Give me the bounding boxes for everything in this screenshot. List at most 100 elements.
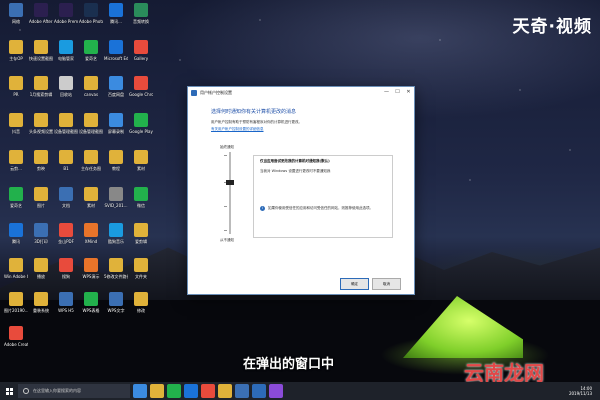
desktop-icon[interactable]: XMind bbox=[79, 223, 103, 257]
desktop-icon-label: B1 bbox=[63, 166, 69, 171]
app-icon bbox=[9, 326, 23, 340]
app-icon bbox=[59, 292, 73, 306]
desktop-icon-label: 设备管理截图 bbox=[54, 129, 78, 134]
app-icon bbox=[84, 76, 98, 90]
desktop-icon[interactable]: 图片 bbox=[29, 187, 53, 221]
taskbar-app-icon[interactable] bbox=[167, 384, 181, 398]
desktop-icon[interactable]: 重装系统 bbox=[29, 292, 53, 326]
desktop-icon[interactable]: 设备管理截图 bbox=[79, 113, 103, 147]
desktop-icon[interactable]: 头条视频设置截图 bbox=[29, 113, 53, 147]
desktop-icon[interactable]: 音频转换 bbox=[129, 3, 153, 37]
desktop-icon-label: 素材 bbox=[137, 166, 145, 171]
desktop-icon[interactable]: 云剪... bbox=[4, 150, 28, 184]
subtitle: 在弹出的窗口中 bbox=[243, 357, 335, 372]
taskbar-app-icon[interactable] bbox=[150, 384, 164, 398]
desktop-icon-label: 快速设置截图 bbox=[29, 56, 53, 61]
desktop-icon[interactable]: 图片20190... bbox=[4, 292, 28, 326]
taskbar-app-icon[interactable] bbox=[235, 384, 249, 398]
level-heading: 仅当应用尝试更改我的计算机时通知我(默认) bbox=[260, 159, 330, 163]
desktop-icon[interactable]: Win Adobe CC 2018 bbox=[4, 258, 28, 292]
desktop-icon[interactable]: 播放 bbox=[29, 258, 53, 292]
desktop-icon[interactable]: 爱剪辑 bbox=[129, 223, 153, 257]
desktop-icon[interactable]: 素材 bbox=[129, 150, 153, 184]
desktop-icon-label: 微信 bbox=[137, 203, 145, 208]
help-link[interactable]: 有关用户帐户控制设置的详细信息 bbox=[211, 127, 264, 132]
desktop-icon[interactable]: 搜狗 bbox=[54, 258, 78, 292]
taskbar-app-icon[interactable] bbox=[184, 384, 198, 398]
desktop-icon[interactable]: 设备管理截图 bbox=[54, 113, 78, 147]
app-icon bbox=[109, 76, 123, 90]
desktop-icon[interactable]: 腾讯... bbox=[104, 3, 128, 37]
app-icon bbox=[109, 223, 123, 237]
close-button[interactable]: ✕ bbox=[403, 87, 414, 98]
desktop-icon[interactable]: 抖音 bbox=[4, 113, 28, 147]
desktop-icon[interactable]: Adobe After Effects CC bbox=[29, 3, 53, 37]
app-icon bbox=[134, 76, 148, 90]
desktop-icon[interactable]: 教程 bbox=[104, 150, 128, 184]
app-icon bbox=[134, 292, 148, 306]
app-icon bbox=[59, 40, 73, 54]
desktop-icon[interactable]: Microsoft Edge bbox=[104, 40, 128, 74]
desktop-icon[interactable]: canvas bbox=[79, 76, 103, 110]
desktop-icon[interactable]: WPS表格 bbox=[79, 292, 103, 326]
desktop-icon[interactable]: 素材 bbox=[79, 187, 103, 221]
app-icon bbox=[59, 3, 73, 17]
desktop-icon[interactable]: 腾讯 bbox=[4, 223, 28, 257]
desktop-icon[interactable]: 屏幕录制 bbox=[104, 113, 128, 147]
desktop-icon-label: WPS演示 bbox=[82, 274, 100, 279]
desktop-icon[interactable]: Adobe Premiere P... bbox=[54, 3, 78, 37]
app-icon bbox=[59, 76, 73, 90]
start-button[interactable] bbox=[0, 382, 18, 400]
search-icon bbox=[23, 388, 29, 394]
search-box[interactable]: 在这里输入你要搜索的内容 bbox=[18, 384, 130, 398]
taskbar-app-icon[interactable] bbox=[252, 384, 266, 398]
desktop-icon[interactable]: 3D打印 bbox=[29, 223, 53, 257]
cancel-button[interactable]: 取消 bbox=[372, 278, 401, 290]
app-icon bbox=[9, 40, 23, 54]
desktop-icon[interactable]: WPS演示 bbox=[79, 258, 103, 292]
desktop-icon[interactable]: Adobe Photoshop... bbox=[79, 3, 103, 37]
desktop-icon-label: Microsoft Edge bbox=[104, 56, 128, 61]
app-icon bbox=[9, 76, 23, 90]
desktop-icon[interactable]: 文件夹 bbox=[129, 258, 153, 292]
desktop-icon[interactable]: 金山PDF bbox=[54, 223, 78, 257]
taskbar-app-icon[interactable] bbox=[218, 384, 232, 398]
desktop-icon-label: 爱剪辑 bbox=[135, 239, 147, 244]
desktop-icon[interactable]: Adobe Creati... bbox=[4, 326, 28, 360]
desktop-icon[interactable]: 百度网盘 bbox=[104, 76, 128, 110]
ok-button[interactable]: 确定 bbox=[340, 278, 369, 290]
minimize-button[interactable]: — bbox=[381, 87, 392, 98]
desktop-icon[interactable]: SVID_201... bbox=[104, 187, 128, 221]
desktop-icon[interactable]: 回收站 bbox=[54, 76, 78, 110]
taskbar-app-icon[interactable] bbox=[133, 384, 147, 398]
desktop-icon[interactable]: 微信 bbox=[129, 187, 153, 221]
desktop-icon[interactable]: PR bbox=[4, 76, 28, 110]
taskbar-app-icon[interactable] bbox=[201, 384, 215, 398]
maximize-button[interactable]: ☐ bbox=[392, 87, 403, 98]
desktop-icon[interactable]: 5修改文件路径 bbox=[104, 258, 128, 292]
desktop-icon[interactable]: 1月搜索剪辑 bbox=[29, 76, 53, 110]
slider-thumb[interactable] bbox=[226, 180, 234, 185]
desktop-icon[interactable]: 修改 bbox=[129, 292, 153, 326]
desktop-icon[interactable]: 文档 bbox=[54, 187, 78, 221]
desktop-icon[interactable]: Gallery bbox=[129, 40, 153, 74]
desktop-icon[interactable]: 主存任务图 bbox=[79, 150, 103, 184]
desktop-icon[interactable]: 主存OP bbox=[4, 40, 28, 74]
desktop-icon[interactable]: 快速设置截图 bbox=[29, 40, 53, 74]
desktop-icon[interactable]: 电脑管家 bbox=[54, 40, 78, 74]
desktop-icon[interactable]: Google Chrome bbox=[129, 76, 153, 110]
desktop-icon-label: 抖音 bbox=[12, 129, 20, 134]
desktop-icon[interactable]: 网络 bbox=[4, 3, 28, 37]
desktop-icon[interactable]: Google Play bbox=[129, 113, 153, 147]
desktop-icon[interactable]: 爱奇艺 bbox=[4, 187, 28, 221]
desktop-icon[interactable]: 酷狗音乐 bbox=[104, 223, 128, 257]
desktop-icon[interactable]: WPS文字 bbox=[104, 292, 128, 326]
desktop-icon[interactable]: 剪映 bbox=[29, 150, 53, 184]
app-icon bbox=[84, 3, 98, 17]
taskbar-app-icon[interactable] bbox=[269, 384, 283, 398]
desktop-icon[interactable]: 爱奇艺 bbox=[79, 40, 103, 74]
desktop-icon[interactable]: WPS H5 bbox=[54, 292, 78, 326]
app-icon bbox=[134, 113, 148, 127]
slider-track[interactable] bbox=[229, 152, 231, 234]
desktop-icon[interactable]: B1 bbox=[54, 150, 78, 184]
